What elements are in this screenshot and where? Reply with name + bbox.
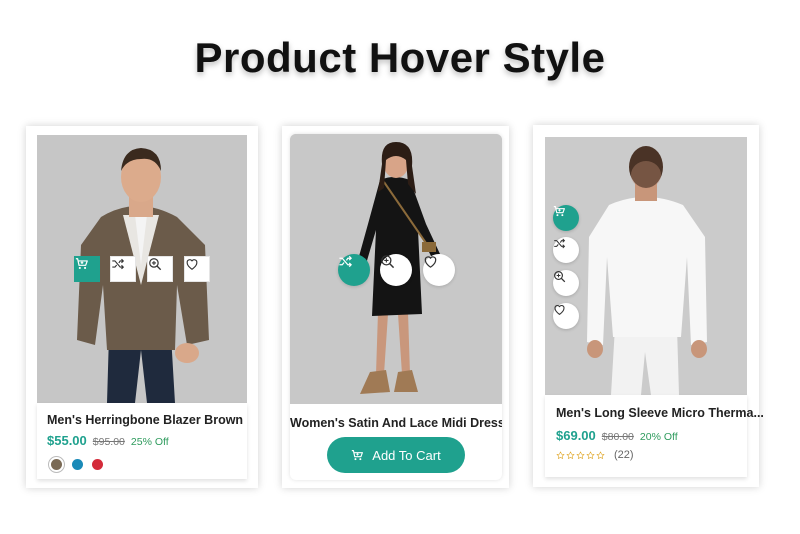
quick-view-button[interactable] <box>553 270 579 296</box>
add-to-cart-button[interactable]: Add To Cart <box>327 437 465 473</box>
cart-icon <box>553 205 566 218</box>
heart-icon <box>185 257 199 271</box>
heart-icon <box>423 254 438 269</box>
thermal-model-photo <box>545 137 747 395</box>
product-name[interactable]: Men's Long Sleeve Micro Therma... <box>556 406 764 420</box>
product-frame: Women's Satin And Lace Midi Dress Add To… <box>290 134 502 480</box>
color-swatch-brown[interactable] <box>51 459 62 470</box>
compare-button[interactable] <box>338 254 370 286</box>
star-icon <box>566 451 575 460</box>
zoom-icon <box>553 270 566 283</box>
discount-badge: 25% Off <box>130 436 169 448</box>
color-swatch-blue[interactable] <box>72 459 83 470</box>
product-image[interactable] <box>545 137 747 395</box>
zoom-icon <box>148 257 162 271</box>
heart-icon <box>553 303 566 316</box>
zoom-icon <box>380 254 395 269</box>
price-row: $55.00 $95.00 25% Off <box>47 433 169 448</box>
rating-stars <box>556 451 605 460</box>
sale-price: $69.00 <box>556 428 596 443</box>
star-icon <box>556 451 565 460</box>
star-icon <box>586 451 595 460</box>
product-image[interactable] <box>37 135 247 403</box>
product-image[interactable] <box>290 134 502 404</box>
star-icon <box>596 451 605 460</box>
product-card[interactable]: Men's Herringbone Blazer Brown $55.00 $9… <box>26 126 258 488</box>
original-price: $80.00 <box>601 431 634 443</box>
product-name[interactable]: Men's Herringbone Blazer Brown <box>47 413 243 427</box>
cart-icon <box>75 257 89 271</box>
color-swatch-red[interactable] <box>92 459 103 470</box>
product-info: Men's Long Sleeve Micro Therma... $69.00… <box>545 395 764 477</box>
add-to-cart-label: Add To Cart <box>372 447 441 463</box>
quick-view-button[interactable] <box>380 254 412 286</box>
review-count[interactable]: (22) <box>614 449 634 461</box>
product-card[interactable]: Women's Satin And Lace Midi Dress Add To… <box>282 126 509 488</box>
blazer-model-photo <box>37 135 247 403</box>
compare-button[interactable] <box>110 256 136 282</box>
sale-price: $55.00 <box>47 433 87 448</box>
shuffle-icon <box>553 237 566 250</box>
original-price: $95.00 <box>92 436 125 448</box>
wishlist-button[interactable] <box>184 256 210 282</box>
compare-button[interactable] <box>553 237 579 263</box>
price-row: $69.00 $80.00 20% Off <box>556 428 678 443</box>
shuffle-icon <box>338 254 353 269</box>
product-info: Men's Herringbone Blazer Brown $55.00 $9… <box>37 403 247 479</box>
star-icon <box>576 451 585 460</box>
cart-icon <box>351 449 364 462</box>
quick-view-button[interactable] <box>147 256 173 282</box>
discount-badge: 20% Off <box>639 431 678 443</box>
add-to-cart-button[interactable] <box>74 256 100 282</box>
product-card[interactable]: Men's Long Sleeve Micro Therma... $69.00… <box>533 125 764 487</box>
shuffle-icon <box>111 257 125 271</box>
wishlist-button[interactable] <box>553 303 579 329</box>
add-to-cart-button[interactable] <box>553 205 579 231</box>
product-name[interactable]: Women's Satin And Lace Midi Dress <box>290 416 502 430</box>
wishlist-button[interactable] <box>423 254 455 286</box>
page-title: Product Hover Style <box>194 34 606 81</box>
